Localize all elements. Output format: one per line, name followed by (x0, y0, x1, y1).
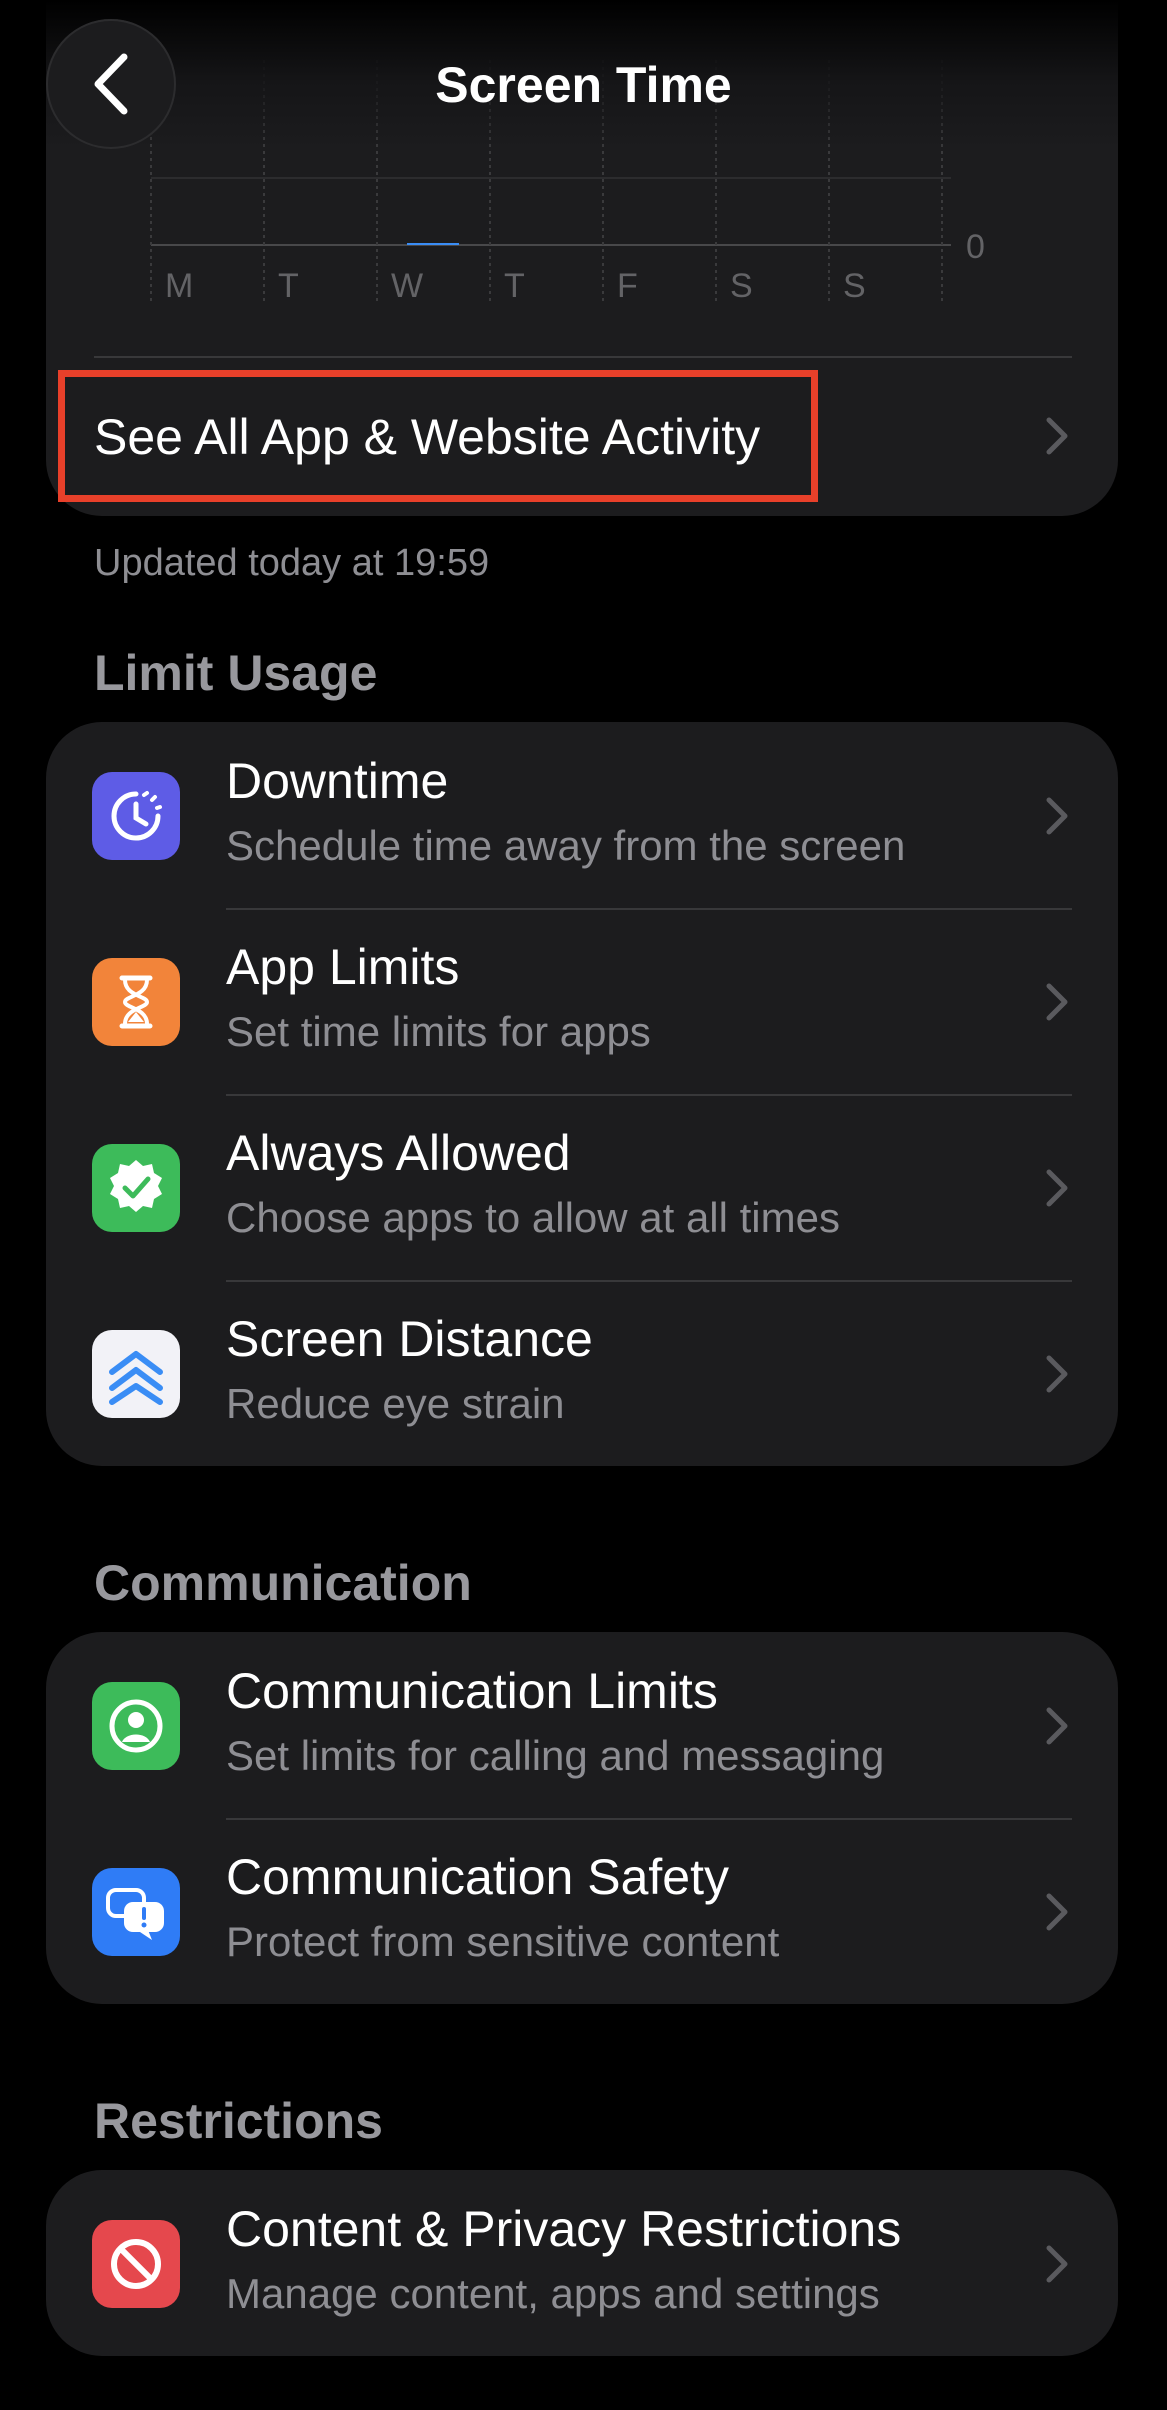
divider (226, 1094, 1072, 1096)
prohibited-icon (92, 2220, 180, 2308)
always-allowed-row[interactable]: Always Allowed Choose apps to allow at a… (46, 1094, 1118, 1280)
x-axis-tick-label: F (617, 267, 638, 305)
downtime-label: Downtime (226, 753, 449, 809)
y-axis-tick-zero: 0 (966, 228, 985, 266)
chevron-right-icon (1046, 1169, 1068, 1207)
chevron-right-icon (1046, 417, 1068, 455)
x-axis-tick-label: W (391, 267, 424, 305)
communication-safety-subtitle: Protect from sensitive content (226, 1918, 780, 1965)
updated-timestamp: Updated today at 19:59 (94, 542, 490, 584)
person-circle-icon (92, 1682, 180, 1770)
app-limits-row[interactable]: App Limits Set time limits for apps (46, 908, 1118, 1094)
chat-bubbles-icon (92, 1868, 180, 1956)
restrictions-card: Content & Privacy Restrictions Manage co… (46, 2170, 1118, 2356)
downtime-icon (92, 772, 180, 860)
hourglass-icon (92, 958, 180, 1046)
content-privacy-restrictions-subtitle: Manage content, apps and settings (226, 2270, 880, 2317)
screen-distance-subtitle: Reduce eye strain (226, 1380, 565, 1427)
content-privacy-restrictions-label: Content & Privacy Restrictions (226, 2201, 902, 2257)
divider (94, 356, 1072, 358)
highlight-box (58, 370, 818, 502)
downtime-row[interactable]: Downtime Schedule time away from the scr… (46, 722, 1118, 908)
chevron-right-icon (1046, 797, 1068, 835)
section-title-limit-usage: Limit Usage (94, 645, 378, 701)
limit-usage-card: Downtime Schedule time away from the scr… (46, 722, 1118, 1466)
divider (226, 1280, 1072, 1282)
content-privacy-restrictions-row[interactable]: Content & Privacy Restrictions Manage co… (46, 2170, 1118, 2356)
divider (226, 1818, 1072, 1820)
communication-card: Communication Limits Set limits for call… (46, 1632, 1118, 2004)
chevrons-up-icon (92, 1330, 180, 1418)
chevron-right-icon (1046, 1707, 1068, 1745)
communication-safety-row[interactable]: Communication Safety Protect from sensit… (46, 1818, 1118, 2004)
downtime-subtitle: Schedule time away from the screen (226, 822, 906, 869)
section-title-communication: Communication (94, 1555, 472, 1611)
checkmark-seal-icon (92, 1144, 180, 1232)
screen-distance-row[interactable]: Screen Distance Reduce eye strain (46, 1280, 1118, 1466)
chevron-right-icon (1046, 1355, 1068, 1393)
x-axis-tick-label: S (843, 267, 866, 305)
communication-limits-label: Communication Limits (226, 1663, 718, 1719)
chart-bar (407, 243, 459, 245)
chevron-right-icon (1046, 2245, 1068, 2283)
communication-limits-row[interactable]: Communication Limits Set limits for call… (46, 1632, 1118, 1818)
divider (226, 908, 1072, 910)
communication-limits-subtitle: Set limits for calling and messaging (226, 1732, 885, 1779)
communication-safety-label: Communication Safety (226, 1849, 730, 1905)
x-axis-tick-label: T (504, 267, 525, 305)
section-title-restrictions: Restrictions (94, 2093, 383, 2149)
always-allowed-label: Always Allowed (226, 1125, 571, 1181)
screen-distance-label: Screen Distance (226, 1311, 593, 1367)
x-axis-tick-label: M (165, 267, 194, 305)
chevron-right-icon (1046, 983, 1068, 1021)
always-allowed-subtitle: Choose apps to allow at all times (226, 1194, 840, 1241)
page-title: Screen Time (435, 57, 732, 113)
chevron-right-icon (1046, 1893, 1068, 1931)
app-limits-label: App Limits (226, 939, 460, 995)
x-axis-tick-label: T (278, 267, 299, 305)
x-axis-tick-label: S (730, 267, 753, 305)
app-limits-subtitle: Set time limits for apps (226, 1008, 651, 1055)
